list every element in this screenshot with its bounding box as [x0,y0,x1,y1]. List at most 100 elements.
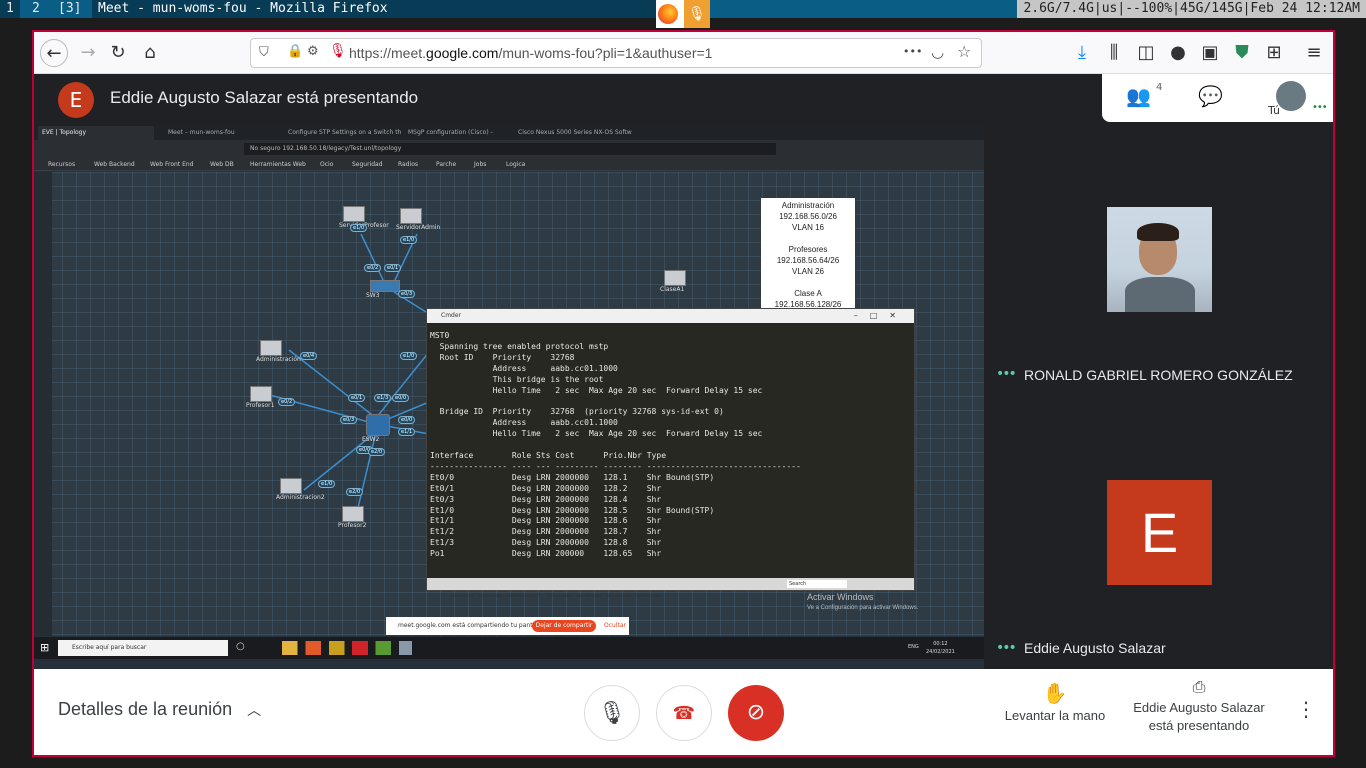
terminal-output: MST0 Spanning tree enabled protocol mstp… [430,331,801,559]
cmder-search[interactable]: Search [787,580,847,588]
window-manager-bar: 1 2 [3] Meet - mun-woms-fou - Mozilla Fi… [0,0,1366,28]
watermark-title: Activar Windows [807,592,874,602]
port-label: e1/3 [374,394,392,402]
more-options-icon[interactable]: ⋮ [1296,697,1316,721]
account-icon[interactable]: ● [1164,39,1192,67]
remote-url: No seguro 192.168.50.18/legacy/Test.unl/… [244,143,776,155]
remote-tab: MSgP configuration (Cisco) - Grandmo [408,129,493,150]
windows-taskbar: ⊞ Escribe aquí para buscar ○ ENG 00:12 2… [34,637,984,659]
library-icon[interactable]: ⫼ [1100,39,1128,67]
page-actions-icon[interactable]: ••• [903,45,922,58]
topology-node[interactable]: ESW2 [362,414,390,443]
people-icon[interactable]: 👥 [1126,84,1151,108]
topology-node[interactable]: Profesor2 [338,506,366,529]
taskbar-apps-icon[interactable] [282,641,412,655]
back-arrow-icon[interactable]: ← [40,39,68,67]
presenter-avatar: E [58,82,94,118]
sidebar-icon[interactable]: ◫ [1132,39,1160,67]
bookmark-star-icon[interactable]: ☆ [957,42,971,61]
more-options-dots-icon[interactable]: ••• [1312,102,1328,113]
workspace-3[interactable]: [3] [52,0,87,18]
topology-node[interactable]: SW3 [366,280,400,299]
remote-bookmark: Herramientas Web [250,161,306,168]
port-label: e0/0 [398,416,416,424]
port-label: e0/4 [300,352,318,360]
port-label: e0/0 [392,394,410,402]
stop-sharing-button[interactable]: Dejar de compartir [532,620,596,632]
container-icon[interactable]: ▣ [1196,39,1224,67]
port-label: e1/0 [350,224,368,232]
node-label: ESW2 [362,436,380,443]
camera-off-button[interactable]: ⊘ [728,685,784,741]
raise-hand-button[interactable]: ✋ Levantar la mano [1000,681,1110,725]
participant-name: RONALD GABRIEL ROMERO GONZÁLEZ [1024,367,1293,383]
pocket-icon[interactable]: ◡ [931,43,944,61]
remote-bookmark: Web Backend [94,161,135,168]
participant-video-ronald[interactable] [1107,207,1212,312]
workspace-2[interactable]: 2 [26,0,46,18]
forward-arrow-icon[interactable]: → [74,39,102,67]
port-label: e1/0 [400,352,418,360]
participant-avatar-eddie[interactable]: E [1107,480,1212,585]
presenting-button[interactable]: ⎙ Eddie Augusto Salazar está presentando [1126,677,1272,735]
cmder-tabs[interactable]: telnet.exe telnet.exe telnet.exe [*] tel… [427,578,914,599]
remote-bookmark: Web Front End [150,161,194,168]
cmder-window-controls[interactable]: –□✕ [854,309,908,323]
extensions-grid-icon[interactable]: ⊞ [1260,39,1288,67]
port-label: e1/1 [398,428,416,436]
self-avatar[interactable] [1276,81,1306,111]
extension-shield-icon[interactable]: ⛊ [1228,39,1256,67]
audio-indicator-icon: ••• [996,640,1017,656]
windows-start-icon[interactable]: ⊞ [40,641,49,654]
shield-icon[interactable]: ⛉ [259,45,269,60]
firefox-icon[interactable] [658,4,678,24]
taskbar-search[interactable]: Escribe aquí para buscar [58,640,228,656]
meet-header-controls: 👥 4 💬 Tú ••• [1102,74,1333,122]
cmder-tab-list[interactable]: telnet.exe telnet.exe telnet.exe [*] tel… [449,593,661,599]
url-path: /mun-woms-fou?pli=1&authuser=1 [498,45,713,61]
node-label: Administración [256,356,301,363]
taskbar-clock[interactable]: 00:12 24/02/2021 [926,640,955,656]
lock-icon[interactable]: 🔒 [287,44,303,59]
microphone-button[interactable]: 🎙 [584,685,640,741]
workspace-1[interactable]: 1 [0,0,20,18]
topology-node[interactable]: Administración [256,340,301,363]
mic-permission-icon[interactable]: 🎙 [329,43,347,59]
meeting-details-button[interactable]: Detalles de la reunión ︿ [58,699,261,720]
remote-bookmark: Jobs [474,161,487,168]
chat-icon[interactable]: 💬 [1198,84,1223,108]
menu-icon[interactable]: ≡ [1300,39,1328,67]
meet-controls-bar: Detalles de la reunión ︿ 🎙 ☎ ⊘ ✋ Levanta… [34,669,1333,755]
home-icon[interactable]: ⌂ [136,39,164,67]
url-bar[interactable]: ⛉ 🔒 ⚙ 🎙 https://meet.google.com/mun-woms… [250,38,982,68]
task-view-icon[interactable]: ○ [236,641,245,652]
node-label: ServidorAdmin [396,224,441,231]
topology-node[interactable]: ServidorAdmin [396,208,440,231]
port-label: e0/1 [348,394,366,402]
watermark-sub: Ve a Configuración para activar Windows. [807,605,919,611]
remote-tab: Meet – mun-woms-fou [168,129,235,136]
downloads-icon[interactable]: ⤓ [1068,39,1096,67]
remote-nav-bar: No seguro 192.168.50.18/legacy/Test.unl/… [34,140,984,158]
hand-icon: ✋ [1042,683,1068,705]
end-call-button[interactable]: ☎ [656,685,712,741]
remote-tab: EVE | Topology [38,126,154,140]
port-label: e0/1 [384,264,402,272]
cmder-window[interactable]: Cmder –□✕ MST0 Spanning tree enabled pro… [426,308,915,599]
meet-main: E Eddie Augusto Salazar está presentando… [34,74,1333,669]
url-prefix: https://meet. [349,45,427,61]
node-label: Administracion2 [276,494,325,501]
clock-date: 24/02/2021 [926,649,955,655]
topology-node[interactable]: Profesor1 [246,386,274,409]
participant-hair [1137,223,1179,241]
reload-icon[interactable]: ↻ [104,39,132,67]
raise-hand-label: Levantar la mano [1004,708,1106,723]
permissions-icon[interactable]: ⚙ [307,44,319,59]
port-label: e0/2 [278,398,296,406]
microphone-tray-icon[interactable]: 🎙 [684,0,710,28]
url-text[interactable]: https://meet.google.com/mun-woms-fou?pli… [349,39,712,67]
topology-node[interactable]: ClaseA1 [660,270,686,293]
node-label: ClaseA1 [660,286,685,293]
hide-sharing-button[interactable]: Ocultar [604,617,626,635]
lang-indicator[interactable]: ENG [908,644,919,650]
